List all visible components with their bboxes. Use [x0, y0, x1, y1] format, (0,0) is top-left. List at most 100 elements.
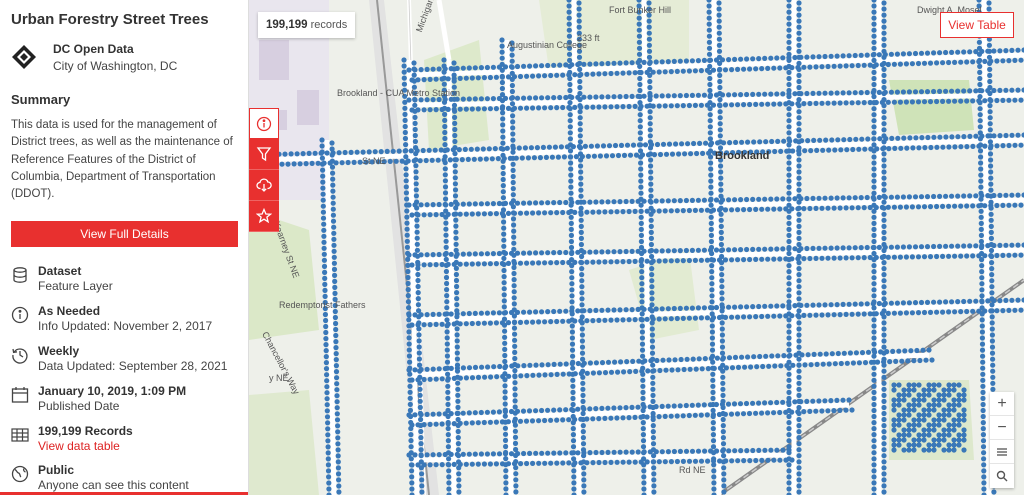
tree-point — [554, 260, 560, 266]
tree-point — [775, 353, 781, 359]
tree-point — [512, 337, 518, 343]
tree-point — [841, 137, 847, 143]
tree-point — [943, 243, 949, 249]
filter-tool-button[interactable] — [249, 139, 279, 170]
tree-point — [623, 248, 629, 255]
tree-point — [881, 471, 887, 477]
tree-point — [639, 335, 645, 341]
tree-point — [816, 398, 822, 404]
tree-point — [961, 447, 967, 453]
tree-point — [496, 409, 502, 415]
tree-point — [626, 317, 632, 323]
tree-point — [511, 270, 517, 277]
tree-point — [1003, 242, 1009, 248]
tree-point — [843, 255, 849, 261]
tree-point — [871, 377, 877, 383]
tree-point — [834, 195, 840, 201]
tree-point — [796, 36, 802, 42]
tree-point — [692, 315, 698, 321]
tree-point — [765, 256, 771, 262]
tree-point — [832, 361, 838, 367]
tree-point — [641, 480, 647, 486]
tree-point — [777, 313, 783, 319]
tree-point — [502, 383, 508, 389]
tree-point — [442, 66, 448, 72]
tree-point — [881, 447, 887, 453]
tree-point — [881, 36, 887, 42]
tree-point — [980, 377, 986, 383]
tree-point — [566, 72, 572, 78]
tree-point — [557, 62, 563, 68]
tree-point — [1003, 297, 1009, 303]
tree-point — [698, 315, 704, 321]
records-count: 199,199 — [266, 19, 308, 31]
tree-point — [324, 384, 330, 390]
legend-button[interactable] — [990, 440, 1014, 464]
map-view[interactable]: Brookland Michigan Ave Augustinian Colle… — [249, 0, 1024, 495]
tree-point — [578, 181, 584, 187]
tree-point — [510, 125, 516, 131]
tree-point — [709, 329, 715, 335]
download-tool-button[interactable] — [249, 170, 279, 201]
tree-point — [780, 303, 786, 309]
tree-point — [807, 408, 813, 414]
favorite-tool-button[interactable] — [249, 201, 279, 232]
tree-point — [792, 196, 798, 202]
tree-point — [653, 198, 659, 204]
tree-point — [415, 422, 421, 428]
view-data-table-link[interactable]: View data table — [38, 439, 120, 453]
tree-point — [783, 256, 789, 262]
tree-point — [332, 314, 338, 321]
tree-point — [505, 320, 512, 326]
tree-point — [439, 211, 445, 218]
zoom-out-button[interactable]: − — [990, 416, 1014, 440]
tree-point — [702, 356, 708, 362]
tree-point — [415, 322, 421, 328]
tree-point — [997, 242, 1003, 248]
tree-point — [593, 61, 599, 67]
tree-point — [466, 365, 473, 371]
tree-point — [578, 163, 584, 169]
tree-point — [799, 138, 805, 144]
meta-records: 199,199 Records View data table — [11, 424, 246, 458]
tree-point — [450, 147, 456, 153]
tree-point — [626, 415, 632, 421]
tree-point — [333, 363, 339, 369]
view-full-details-button[interactable]: View Full Details — [11, 221, 238, 247]
tree-point — [987, 109, 993, 115]
tree-point — [901, 387, 907, 393]
tree-point — [912, 300, 919, 306]
tree-point — [979, 347, 986, 353]
tree-point — [534, 145, 540, 151]
tree-point — [517, 260, 524, 266]
tree-point — [452, 132, 458, 139]
tree-point — [925, 134, 931, 141]
tree-point — [989, 314, 995, 320]
tree-point — [451, 106, 457, 112]
tree-point — [632, 208, 638, 214]
search-map-button[interactable] — [990, 464, 1014, 488]
zoom-in-button[interactable]: + — [990, 392, 1014, 416]
tree-point — [453, 277, 460, 284]
tree-point — [917, 357, 923, 364]
tree-point — [978, 154, 984, 160]
tree-point — [451, 461, 457, 467]
tree-point — [668, 208, 674, 214]
tree-point — [605, 449, 611, 455]
tree-point — [774, 399, 780, 406]
tree-point — [321, 239, 327, 245]
tree-point — [719, 401, 725, 407]
tree-point — [970, 98, 976, 104]
view-table-button[interactable]: View Table — [940, 12, 1014, 38]
tree-point — [786, 432, 792, 438]
tree-point — [847, 136, 853, 143]
tree-point — [511, 74, 518, 80]
tree-point — [825, 63, 831, 70]
tree-point — [487, 419, 493, 425]
tree-point — [501, 274, 507, 280]
tree-point — [460, 201, 466, 207]
tree-point — [551, 250, 557, 256]
tree-point — [560, 104, 566, 111]
info-tool-button[interactable] — [249, 108, 279, 139]
tree-point — [802, 362, 808, 368]
